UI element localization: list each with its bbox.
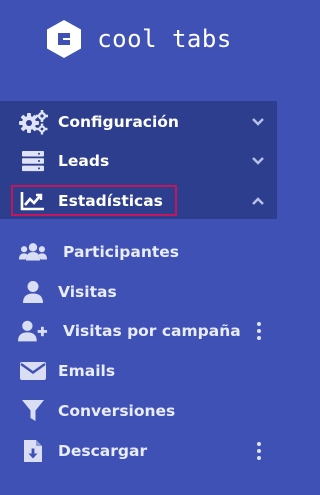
kebab-menu-icon[interactable] (256, 322, 262, 340)
funnel-filter-icon (18, 398, 48, 424)
chevron-up-icon[interactable] (251, 194, 265, 208)
chevron-down-icon[interactable] (251, 154, 265, 168)
brand-name-left: cool (97, 25, 158, 53)
logo-area: cool tabs (0, 0, 277, 78)
brand-name-right: tabs (171, 25, 232, 53)
menu-item-configuracion[interactable]: Configuración (0, 102, 277, 142)
submenu-item-label: Participantes (63, 243, 180, 261)
envelope-icon (18, 358, 48, 384)
brand-name: cool tabs (97, 25, 232, 53)
users-group-icon (18, 239, 48, 265)
brand[interactable]: cool tabs (45, 19, 232, 59)
submenu-item-descargar[interactable]: Descargar (0, 431, 277, 471)
file-download-icon (18, 438, 48, 464)
kebab-menu-icon[interactable] (256, 442, 262, 460)
submenu-item-emails[interactable]: Emails (0, 351, 277, 391)
gears-icon (18, 109, 48, 135)
user-icon (18, 279, 48, 305)
server-stack-icon (18, 148, 48, 174)
submenu-item-visitas-por-campana[interactable]: Visitas por campaña (0, 311, 277, 351)
submenu-item-conversiones[interactable]: Conversiones (0, 391, 277, 431)
line-chart-icon (18, 188, 48, 214)
menu-item-leads[interactable]: Leads (0, 141, 277, 181)
user-plus-icon (18, 318, 48, 344)
menu-item-estadisticas[interactable]: Estadísticas (0, 181, 277, 221)
cooltabs-logo-icon (47, 20, 82, 58)
submenu-item-label: Visitas (58, 283, 117, 301)
menu-item-label: Estadísticas (58, 192, 163, 210)
submenu-item-visitas[interactable]: Visitas (0, 272, 277, 312)
submenu-item-participantes[interactable]: Participantes (0, 232, 277, 272)
submenu-item-label: Conversiones (58, 402, 176, 420)
submenu-item-label: Emails (58, 362, 116, 380)
menu-item-label: Configuración (58, 113, 179, 131)
submenu-item-label: Descargar (58, 442, 148, 460)
menu-item-label: Leads (58, 152, 110, 170)
submenu-item-label: Visitas por campaña (63, 322, 241, 340)
chevron-down-icon[interactable] (251, 115, 265, 129)
